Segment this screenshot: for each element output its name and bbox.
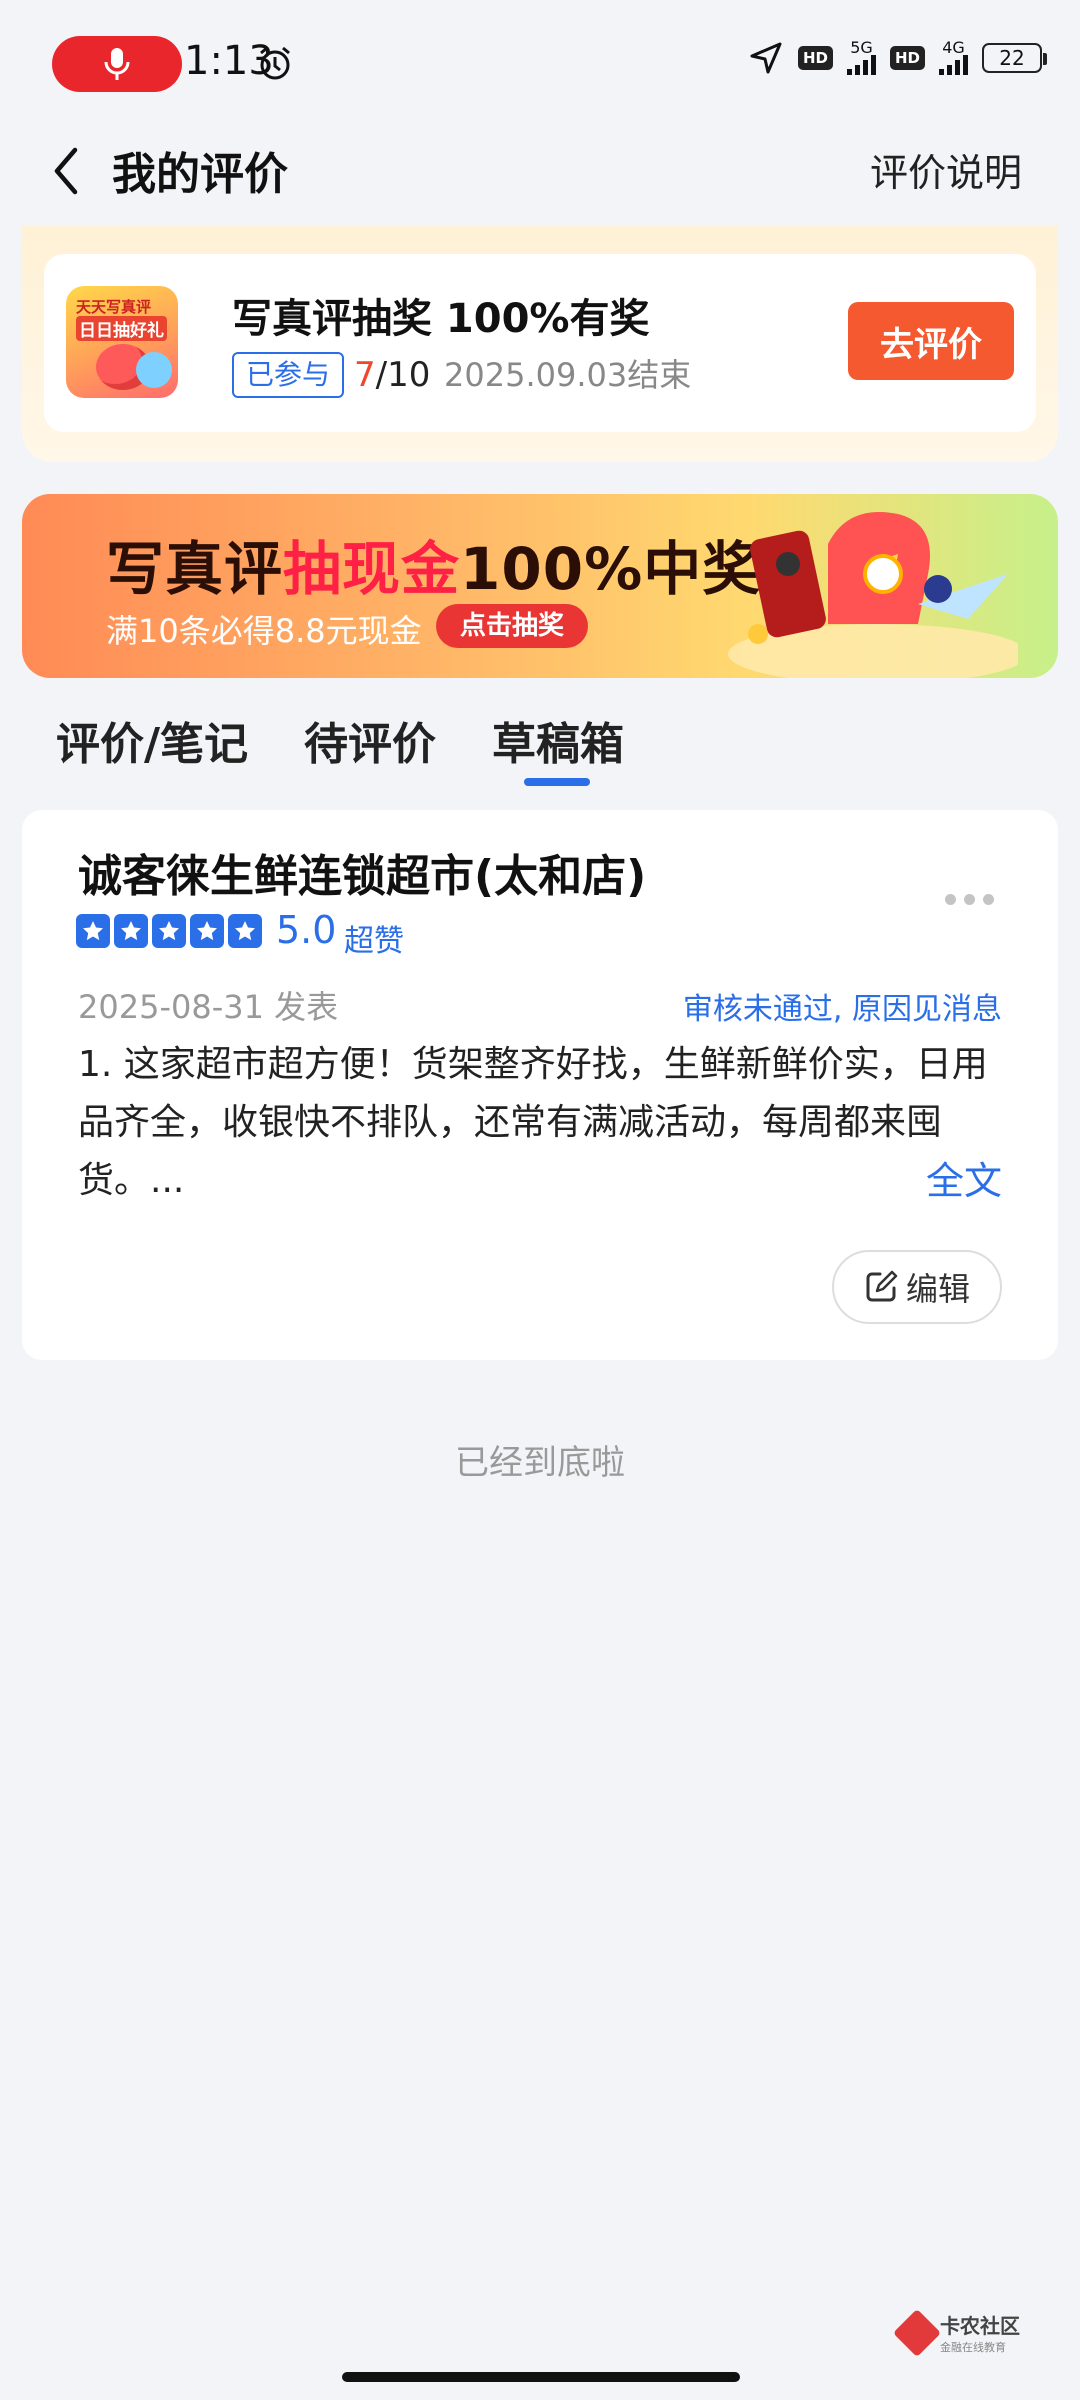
star-icon (152, 914, 186, 948)
home-indicator[interactable] (342, 2372, 740, 2382)
star-icon (76, 914, 110, 948)
signal-4g-icon: 4G (939, 40, 968, 75)
location-icon (750, 42, 782, 74)
rating-score: 5.0 (276, 908, 337, 952)
chevron-left-icon (54, 147, 78, 195)
campaign-title: 写真评抽奖 100%有奖 (232, 296, 650, 342)
audit-status-link[interactable]: 审核未通过, 原因见消息 (683, 984, 1002, 1028)
promo-banner[interactable]: 写真评抽现金100%中奖 满10条必得8.8元现金 点击抽奖 (22, 494, 1058, 678)
edit-icon (866, 1270, 898, 1302)
back-button[interactable] (40, 136, 90, 206)
status-bar: 1:13 HD 5G HD 4G 22 (0, 0, 1080, 120)
watermark-name: 卡农社区 (940, 2314, 1020, 2338)
microphone-icon (104, 48, 130, 80)
edit-button[interactable]: 编辑 (832, 1250, 1002, 1324)
thumb-line-1: 天天写真评 (76, 298, 152, 316)
campaign-section: 天天写真评 日日抽好礼 写真评抽奖 100%有奖 已参与 7/10 2025.0… (22, 226, 1058, 462)
campaign-thumbnail: 天天写真评 日日抽好礼 (66, 286, 178, 398)
banner-title-part1: 写真评 (106, 535, 284, 603)
star-icon (190, 914, 224, 948)
banner-title-part2: 100%中奖 (460, 535, 762, 603)
progress-total: /10 (375, 355, 431, 395)
thumb-line-2: 日日抽好礼 (76, 316, 167, 341)
hd-badge: HD (797, 46, 833, 70)
banner-subtitle: 满10条必得8.8元现金 (106, 612, 422, 650)
more-options-icon[interactable] (945, 894, 994, 905)
page-header: 我的评价 评价说明 (0, 120, 1080, 230)
banner-title-highlight: 抽现金 (283, 535, 461, 603)
banner-illustration (728, 512, 1018, 678)
draw-button[interactable]: 点击抽奖 (436, 604, 589, 648)
battery-icon: 22 (982, 43, 1047, 73)
active-tab-indicator (524, 778, 590, 786)
watermark: 卡农社区 金融在线教育 (892, 2308, 1020, 2357)
go-review-button[interactable]: 去评价 (848, 302, 1014, 380)
review-text: 1. 这家超市超方便！货架整齐好找，生鲜新鲜价实，日用品齐全，收银快不排队，还常… (78, 1044, 988, 1201)
watermark-logo-icon (892, 2308, 942, 2357)
tab-drafts[interactable]: 草稿箱 (492, 708, 624, 772)
hd-badge-2: HD (889, 46, 925, 70)
joined-badge: 已参与 (232, 352, 345, 398)
alarm-icon (260, 46, 290, 80)
campaign-progress: 7/10 (354, 352, 430, 398)
edit-label: 编辑 (905, 1270, 970, 1308)
progress-done: 7 (354, 355, 376, 395)
tab-reviews-notes[interactable]: 评价/笔记 (56, 708, 248, 772)
review-card[interactable]: 诚客徕生鲜连锁超市(太和店) 5.0 超赞 2025-08-31 发表 审核未通… (22, 810, 1058, 1360)
screen-recording-indicator[interactable] (52, 36, 182, 92)
end-of-list-hint: 已经到底啦 (455, 1443, 625, 1483)
mascot-graphic (136, 352, 172, 388)
review-rules-link[interactable]: 评价说明 (870, 142, 1022, 197)
campaign-card[interactable]: 天天写真评 日日抽好礼 写真评抽奖 100%有奖 已参与 7/10 2025.0… (44, 254, 1036, 432)
rating-label: 超赞 (344, 924, 404, 959)
star-icon (228, 914, 262, 948)
tab-bar: 评价/笔记 待评价 草稿箱 (0, 700, 1080, 790)
star-rating (76, 914, 262, 948)
signal-5g-icon: 5G (846, 40, 876, 75)
post-date: 2025-08-31 发表 (78, 988, 339, 1026)
tab-pending-review[interactable]: 待评价 (304, 708, 436, 772)
store-name[interactable]: 诚客徕生鲜连锁超市(太和店) (78, 840, 646, 904)
campaign-end-date: 2025.09.03结束 (444, 356, 692, 394)
star-icon (114, 914, 148, 948)
full-text-link[interactable]: 全文 (926, 1150, 1002, 1205)
page-title: 我的评价 (112, 149, 288, 200)
banner-title: 写真评抽现金100%中奖 (106, 522, 761, 606)
watermark-sub: 金融在线教育 (940, 2341, 1006, 2354)
